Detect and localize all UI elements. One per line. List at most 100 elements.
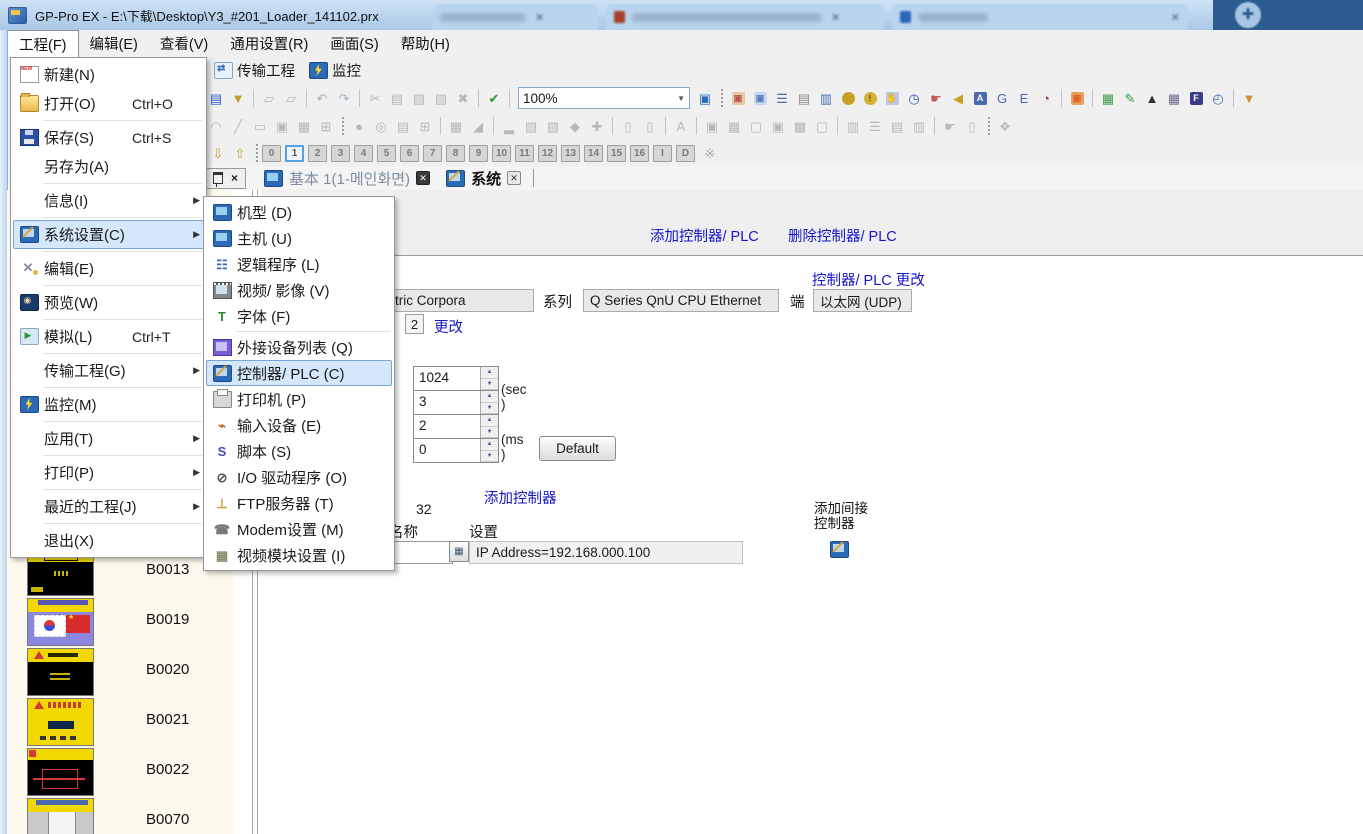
menubar-item[interactable]: 画面(S)	[319, 30, 389, 57]
tab-close-icon[interactable]: ✕	[535, 11, 544, 24]
note-icon[interactable]: ▤	[393, 116, 413, 136]
add-indirect-controller-icon[interactable]	[830, 541, 849, 558]
screen-number-button-6[interactable]: 6	[400, 145, 419, 162]
file-menu-item[interactable]: 信息(I)▶	[13, 186, 204, 215]
spin-up-icon[interactable]: ▲	[481, 415, 498, 427]
tab-close-icon[interactable]: ✕	[416, 171, 430, 185]
file-menu-item[interactable]: 打开(O)Ctrl+O	[13, 89, 204, 118]
line-icon[interactable]: ╱	[228, 116, 248, 136]
system-submenu-item[interactable]: ☎Modem设置 (M)	[206, 516, 392, 542]
chart-x-icon[interactable]: ▧	[521, 116, 541, 136]
screen-list-item[interactable]: B0019	[7, 597, 233, 647]
spin-up-icon[interactable]: ▲	[481, 367, 498, 379]
file-menu-item[interactable]: 退出(X)	[13, 526, 204, 555]
touch-icon[interactable]: ☛	[926, 88, 946, 108]
screen-number-button-15[interactable]: 15	[607, 145, 626, 162]
asterisk-icon[interactable]: ※	[700, 143, 720, 163]
document-tab[interactable]: 系统✕	[438, 166, 529, 190]
a-box-icon[interactable]: A	[671, 116, 691, 136]
delete-icon[interactable]: ✖	[453, 88, 473, 108]
tab-close-icon[interactable]: ✕	[507, 171, 521, 185]
scale-icon[interactable]: ◆	[565, 116, 585, 136]
monitor-button[interactable]: 监控	[302, 58, 368, 83]
new-project-icon[interactable]: ▤	[206, 88, 226, 108]
burger-icon[interactable]: ●	[349, 116, 369, 136]
screen-number-button-9[interactable]: 9	[469, 145, 488, 162]
spin-down-icon[interactable]: ▼	[481, 403, 498, 415]
screen-list-item[interactable]: B0022	[7, 747, 233, 797]
arc-icon[interactable]: ◠	[206, 116, 226, 136]
cut-icon[interactable]: ✂	[365, 88, 385, 108]
menubar-item[interactable]: 查看(V)	[149, 30, 219, 57]
list2-icon[interactable]: ▥	[909, 116, 929, 136]
spinner-field[interactable]: 0 ▲▼	[413, 438, 499, 463]
screen-number-button-8[interactable]: 8	[446, 145, 465, 162]
new-tab-icon[interactable]: ✚	[1235, 2, 1261, 28]
layers-icon[interactable]: ▣	[702, 116, 722, 136]
package-blue-icon[interactable]: ▣	[750, 88, 770, 108]
star-box-icon[interactable]: ☰	[865, 116, 885, 136]
spin-up-icon[interactable]: ▲	[481, 391, 498, 403]
transfer-project-button[interactable]: 传输工程	[207, 58, 302, 83]
sound-icon[interactable]: ◀	[948, 88, 968, 108]
error-check-icon[interactable]: ✔	[484, 88, 504, 108]
tab-close-icon[interactable]: ✕	[1171, 11, 1180, 24]
screen-number-button-D[interactable]: D	[676, 145, 695, 162]
hand-parts-icon[interactable]: ✋	[882, 88, 902, 108]
diamond-icon[interactable]: ✚	[587, 116, 607, 136]
chart-line-icon[interactable]: ▨	[543, 116, 563, 136]
screen-list-item[interactable]: B0021	[7, 697, 233, 747]
screen-list-item[interactable]: B0070	[7, 797, 233, 834]
part-icon[interactable]: ❖	[995, 116, 1015, 136]
screen1-icon[interactable]: ▣	[768, 116, 788, 136]
panel-close-icon[interactable]: ×	[231, 171, 238, 185]
delete-controller-plc-link[interactable]: 删除控制器/ PLC	[788, 225, 897, 246]
edit-green-icon[interactable]: ✎	[1120, 88, 1140, 108]
menubar-item[interactable]: 帮助(H)	[390, 30, 461, 57]
doc-export-icon[interactable]: ▥	[816, 88, 836, 108]
system-submenu-item[interactable]: 外接设备列表 (Q)	[206, 334, 392, 360]
window-clock-icon[interactable]: ◴	[1208, 88, 1228, 108]
screen-number-button-7[interactable]: 7	[423, 145, 442, 162]
screen-thumbnail[interactable]	[27, 698, 94, 746]
plc-settings-button[interactable]: ▦	[449, 541, 469, 562]
screen-thumbnail[interactable]	[27, 748, 94, 796]
table-icon[interactable]: ⊞	[316, 116, 336, 136]
clock-icon[interactable]: ◷	[904, 88, 924, 108]
default-button[interactable]: Default	[539, 436, 616, 461]
system-submenu-item[interactable]: ☷逻辑程序 (L)	[206, 251, 392, 277]
pin-icon[interactable]	[213, 172, 223, 184]
screen-thumbnail[interactable]	[27, 598, 94, 646]
global-e-icon[interactable]: E	[1014, 88, 1034, 108]
document-tab[interactable]: 基本 1(1-메인화면)✕	[256, 166, 438, 190]
system-submenu-item[interactable]: S脚本 (S)	[206, 438, 392, 464]
duplicate-icon[interactable]: ▨	[431, 88, 451, 108]
menubar-item[interactable]: 工程(F)	[7, 30, 79, 57]
filmstrip-icon[interactable]: ▦	[724, 116, 744, 136]
image-icon[interactable]: ▣	[272, 116, 292, 136]
file-menu-item[interactable]: 监控(M)	[13, 390, 204, 419]
paste-icon[interactable]: ▧	[409, 88, 429, 108]
system-submenu-item[interactable]: 控制器/ PLC (C)	[206, 360, 392, 386]
package-red-icon[interactable]: ▣	[728, 88, 748, 108]
download-screen-icon[interactable]: ⇩	[208, 143, 228, 163]
plc-setting-value[interactable]: IP Address=192.168.000.100	[469, 541, 743, 564]
callout-icon[interactable]: ▥	[843, 116, 863, 136]
screen-thumbnail[interactable]	[27, 648, 94, 696]
tab-close-icon[interactable]: ✕	[831, 11, 840, 24]
screen-number-button-0[interactable]: 0	[262, 145, 281, 162]
jar-icon[interactable]: ▯	[962, 116, 982, 136]
text-table-icon[interactable]: A	[970, 88, 990, 108]
key-icon[interactable]: —	[838, 88, 858, 108]
file-menu-item[interactable]: 预览(W)	[13, 288, 204, 317]
csv-doc-icon[interactable]: ▤	[794, 88, 814, 108]
global-g-icon[interactable]: G	[992, 88, 1012, 108]
security-icon[interactable]: !	[860, 88, 880, 108]
pipe2-icon[interactable]: ▯	[640, 116, 660, 136]
system-submenu-item[interactable]: ▦视频模块设置 (I)	[206, 542, 392, 568]
system-submenu-item[interactable]: ⊥FTP服务器 (T)	[206, 490, 392, 516]
screen-number-button-5[interactable]: 5	[377, 145, 396, 162]
file-menu-item[interactable]: 传输工程(G)▶	[13, 356, 204, 385]
screen-number-button-16[interactable]: 16	[630, 145, 649, 162]
spinner-field[interactable]: 1024 ▲▼	[413, 366, 499, 391]
